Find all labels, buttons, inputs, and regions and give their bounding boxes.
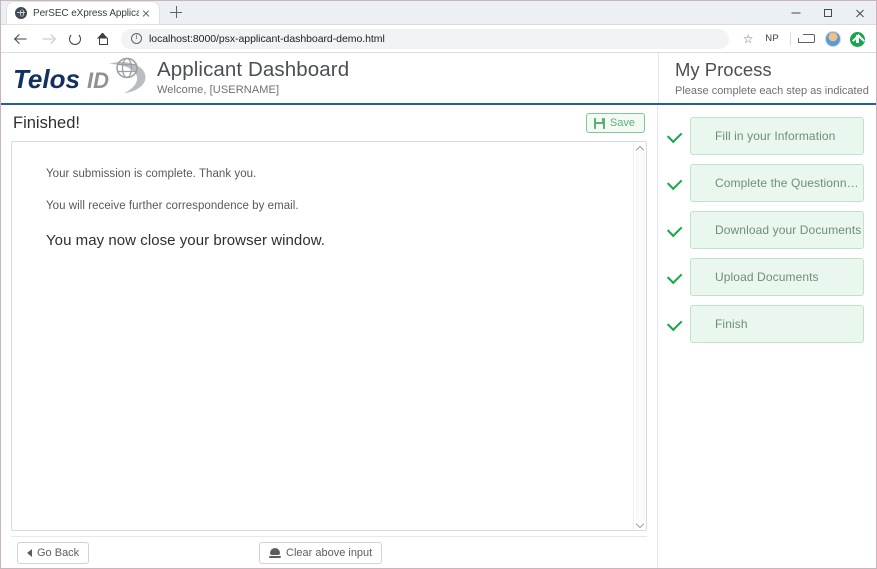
go-back-button[interactable]: Go Back — [17, 541, 90, 564]
avatar-icon[interactable] — [822, 28, 844, 50]
page-title: Applicant Dashboard — [157, 57, 350, 81]
correspondence-text: You will receive further correspondence … — [46, 200, 299, 212]
process-step-1: Fill in your Information — [666, 117, 864, 155]
process-steps-panel: Fill in your Information Complete the Qu… — [658, 105, 876, 568]
tab-strip: PerSEC eXpress Applicant Dashb — [1, 0, 187, 24]
app-header-left: Telos ID Applicant Dashboard Welcome, [U… — [1, 53, 658, 103]
process-step-2: Complete the Questionnaire — [666, 164, 864, 202]
sidebar-item-complete-questionnaire[interactable]: Complete the Questionnaire — [690, 164, 864, 202]
star-icon[interactable]: ☆ — [737, 28, 759, 50]
green-download-icon[interactable] — [846, 28, 868, 50]
process-step-3: Download your Documents — [666, 211, 864, 249]
tab-title: PerSEC eXpress Applicant Dashb — [33, 7, 139, 19]
forward-arrow-icon[interactable] — [36, 27, 60, 51]
process-step-4: Upload Documents — [666, 258, 864, 296]
main-column: Finished! Save Your submission is comple… — [1, 105, 658, 568]
toolbar-right-group: ☆ NP — [735, 28, 868, 50]
scroll-up-arrow-icon[interactable] — [636, 144, 645, 153]
browser-tab[interactable]: PerSEC eXpress Applicant Dashb — [7, 2, 159, 24]
minimize-icon[interactable] — [780, 1, 812, 25]
app-header-right: My Process Please complete each step as … — [658, 53, 876, 103]
welcome-text: Welcome, [USERNAME] — [157, 84, 280, 97]
app-title-block: Applicant Dashboard Welcome, [USERNAME] — [157, 58, 349, 99]
main-header: Finished! Save — [11, 105, 647, 141]
check-icon — [666, 316, 682, 332]
process-subtitle: Please complete each step as indicated — [675, 84, 869, 97]
check-icon — [666, 269, 682, 285]
close-window-text: You may now close your browser window. — [46, 232, 325, 249]
window-controls — [780, 1, 876, 25]
address-bar[interactable]: localhost:8000/psx-applicant-dashboard-d… — [121, 28, 730, 49]
maximize-icon[interactable] — [812, 1, 844, 25]
cast-icon[interactable] — [798, 28, 820, 50]
clear-above-input-label: Clear above input — [286, 546, 373, 559]
app-header: Telos ID Applicant Dashboard Welcome, [U… — [1, 53, 876, 105]
content-body: Your submission is complete. Thank you. … — [12, 142, 633, 530]
process-title: My Process — [675, 59, 772, 81]
home-icon[interactable] — [90, 27, 114, 51]
content-panel: Your submission is complete. Thank you. … — [11, 141, 647, 531]
back-arrow-icon[interactable] — [9, 27, 33, 51]
eraser-icon — [269, 547, 281, 558]
scrollbar-track[interactable] — [635, 153, 645, 519]
new-tab-icon[interactable] — [165, 1, 187, 23]
check-icon — [666, 175, 682, 191]
process-step-5: Finish — [666, 305, 864, 343]
svg-text:Telos: Telos — [13, 64, 80, 94]
save-floppy-icon — [593, 117, 605, 129]
browser-titlebar: PerSEC eXpress Applicant Dashb — [1, 1, 876, 25]
check-icon — [666, 128, 682, 144]
address-bar-url: localhost:8000/psx-applicant-dashboard-d… — [149, 32, 385, 45]
profile-initials[interactable]: NP — [765, 33, 779, 44]
close-icon[interactable] — [139, 6, 153, 20]
page-content: Telos ID Applicant Dashboard Welcome, [U… — [1, 53, 876, 568]
scroll-down-arrow-icon[interactable] — [636, 519, 645, 528]
left-triangle-icon — [27, 548, 32, 557]
sidebar-item-finish[interactable]: Finish — [690, 305, 864, 343]
body-row: Finished! Save Your submission is comple… — [1, 105, 876, 568]
clear-above-input-button[interactable]: Clear above input — [259, 541, 383, 564]
toolbar-divider — [790, 31, 791, 46]
info-icon[interactable] — [131, 32, 142, 44]
globe-icon — [15, 7, 27, 19]
telos-id-logo: Telos ID — [13, 57, 146, 94]
section-heading: Finished! — [13, 113, 80, 132]
save-button-label: Save — [609, 117, 635, 129]
browser-window: PerSEC eXpress Applicant Dashb localhost… — [0, 0, 877, 569]
browser-toolbar: localhost:8000/psx-applicant-dashboard-d… — [1, 25, 876, 53]
footer-toolbar: Go Back Clear above input — [11, 536, 647, 568]
check-icon — [666, 222, 682, 238]
sidebar-item-upload-documents[interactable]: Upload Documents — [690, 258, 864, 296]
svg-text:ID: ID — [87, 68, 109, 93]
submission-complete-text: Your submission is complete. Thank you. — [46, 168, 257, 180]
close-icon[interactable] — [844, 1, 876, 25]
sidebar-item-download-documents[interactable]: Download your Documents — [690, 211, 864, 249]
reload-icon[interactable] — [63, 27, 87, 51]
content-scrollbar[interactable] — [633, 142, 646, 530]
go-back-label: Go Back — [37, 546, 80, 559]
sidebar-item-fill-information[interactable]: Fill in your Information — [690, 117, 864, 155]
save-button[interactable]: Save — [585, 113, 645, 133]
